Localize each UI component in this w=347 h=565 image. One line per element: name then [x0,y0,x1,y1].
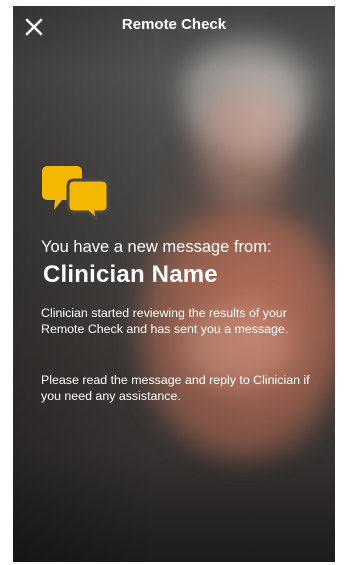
sender-name: Clinician Name [43,261,218,288]
message-paragraph-2: Please read the message and reply to Cli… [41,373,310,403]
notification-screen: Remote Check You have a new message from… [13,6,335,562]
screen: Remote Check You have a new message from… [0,0,347,565]
page-title: Remote Check [121,16,227,33]
chat-bubbles-icon [42,164,110,224]
message-paragraph-1: Clinician started reviewing the results … [41,306,289,336]
top-bar: Remote Check [13,6,335,42]
message-heading: You have a new message from: [41,238,272,256]
